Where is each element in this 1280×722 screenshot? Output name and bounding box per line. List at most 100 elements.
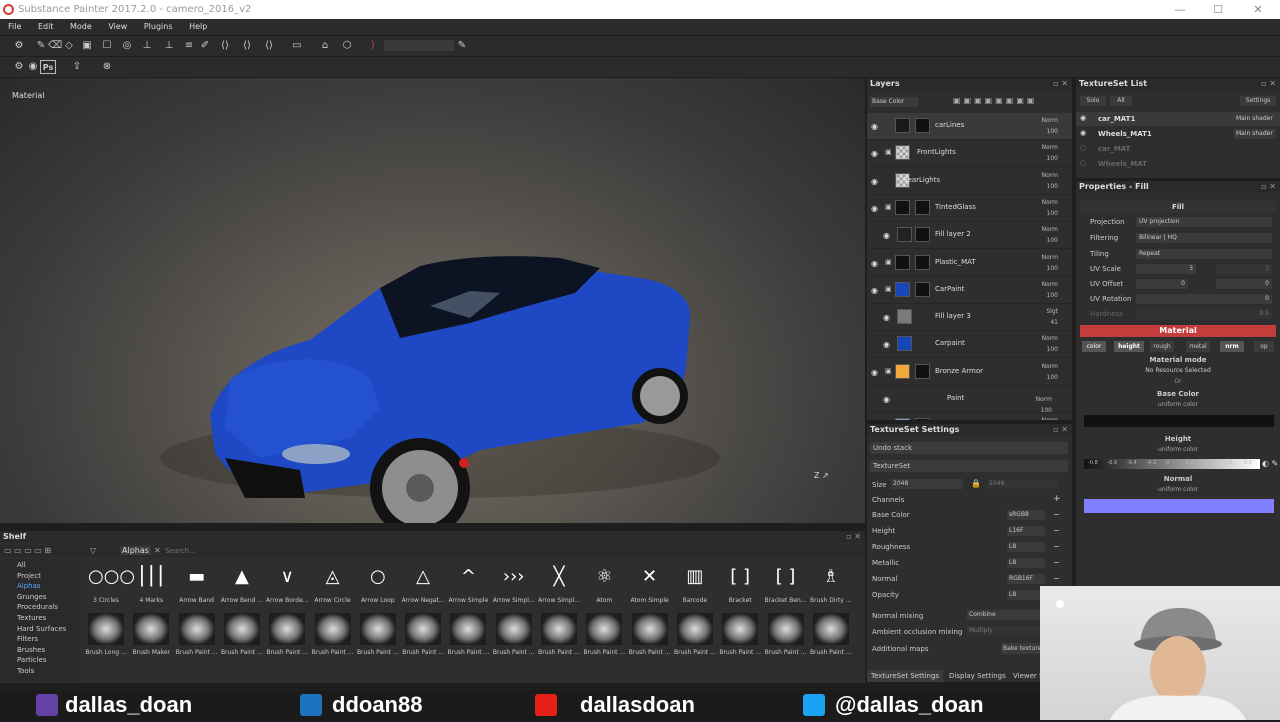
shelf-category[interactable]: Alphas: [17, 582, 41, 590]
eraser-icon[interactable]: ⌫: [48, 39, 62, 53]
shelf-item[interactable]: ⎮⎮⎮ 4 Marks: [129, 559, 173, 607]
lock-icon[interactable]: 🔒: [971, 479, 981, 488]
remove-channel-button[interactable]: −: [1053, 542, 1060, 551]
shelf-item[interactable]: ▬ Arrow Band: [175, 559, 219, 607]
shelf-item[interactable]: Brush Paint ...: [356, 611, 400, 659]
layer-blend-opacity[interactable]: Norm 100: [1042, 279, 1058, 301]
hardness-slider[interactable]: 0.5: [1136, 309, 1272, 319]
layer-opacity[interactable]: 100: [1047, 346, 1058, 353]
textureset-field[interactable]: TextureSet: [870, 460, 1068, 472]
shelf-category[interactable]: Tools: [17, 667, 34, 675]
shelf-item[interactable]: Brush Paint ...: [492, 611, 536, 659]
layer-opacity[interactable]: 100: [1047, 128, 1058, 135]
layer-row[interactable]: ◉ ▣ Plastic_MAT Norm 100: [867, 250, 1072, 277]
folder-toggle-icon[interactable]: ▣: [885, 367, 892, 375]
chip-height[interactable]: height: [1114, 341, 1144, 352]
material-picker-icon[interactable]: ⊥: [140, 39, 154, 53]
layer-tool-icons[interactable]: ▣▣▣▣▣▣▣▣: [953, 96, 1037, 105]
shelf-item[interactable]: ╳ Arrow Simpl...: [537, 559, 581, 607]
base-color-swatch[interactable]: [1084, 415, 1274, 427]
stroke-icon[interactable]: ≡: [182, 39, 196, 53]
shelf-category[interactable]: Brushes: [17, 646, 45, 654]
shelf-item[interactable]: Brush Paint ...: [764, 611, 808, 659]
visibility-eye-icon[interactable]: ◉: [883, 395, 890, 404]
channel-format-select[interactable]: L8: [1007, 542, 1045, 552]
chip-rough[interactable]: rough: [1150, 341, 1174, 352]
shelf-category[interactable]: Hard Surfaces: [17, 625, 66, 633]
layer-blend-mode[interactable]: Norm: [1042, 254, 1058, 261]
channel-format-select[interactable]: L8: [1007, 558, 1045, 568]
shelf-item[interactable]: ○○○ 3 Circles: [84, 559, 135, 607]
layer-blend-opacity[interactable]: Norm 100: [1042, 224, 1058, 246]
layer-blend-opacity[interactable]: Norm 100: [1042, 197, 1058, 219]
fill-section-header[interactable]: Fill: [1080, 201, 1276, 213]
textureset-row[interactable]: ◉ car_MAT1 Main shader: [1076, 112, 1280, 126]
channel-format-select[interactable]: sRGB8: [1007, 510, 1045, 520]
shelf-item[interactable]: ^ Arrow Simple: [446, 559, 490, 607]
layer-opacity[interactable]: 100: [1047, 374, 1058, 381]
menu-mode[interactable]: Mode: [70, 22, 92, 31]
layer-opacity[interactable]: 100: [1047, 265, 1058, 272]
textureset-row[interactable]: ○ car_MAT: [1076, 142, 1280, 156]
material-mode-value[interactable]: No Resource Selected: [1076, 367, 1280, 374]
layer-blend-opacity[interactable]: Norm: [1042, 415, 1058, 420]
uv-rotation-slider[interactable]: 0: [1136, 294, 1272, 304]
folder-toggle-icon[interactable]: ▣: [885, 148, 892, 156]
layer-opacity[interactable]: 100: [1047, 183, 1058, 190]
chip-metal[interactable]: metal: [1186, 341, 1210, 352]
menu-edit[interactable]: Edit: [38, 22, 54, 31]
folder-toggle-icon[interactable]: ▣: [885, 285, 892, 293]
symmetry-x-icon[interactable]: ⟨⟩: [218, 39, 232, 53]
symmetry-y-icon[interactable]: ⟨⟩: [240, 39, 254, 53]
layer-blend-mode[interactable]: Norm: [1042, 335, 1058, 342]
minimize-button[interactable]: —: [1170, 0, 1190, 19]
shelf-item[interactable]: ››› Arrow Simpl...: [492, 559, 536, 607]
visibility-eye-icon[interactable]: ◉: [883, 313, 890, 322]
close-panel-icon[interactable]: ▫ ✕: [846, 531, 861, 543]
channel-format-select[interactable]: RGB16F: [1007, 574, 1045, 584]
add-channel-button[interactable]: +: [1053, 494, 1061, 504]
camera-icon[interactable]: ▭: [290, 39, 304, 53]
tab-display-settings[interactable]: Display Settings: [945, 670, 1010, 682]
visibility-eye-icon[interactable]: ◉: [871, 368, 878, 377]
shelf-category[interactable]: Procedurals: [17, 603, 58, 611]
settings-gear-icon[interactable]: ⚙: [12, 39, 26, 53]
layer-blend-mode[interactable]: Norm: [1042, 172, 1058, 179]
uv-offset-slider-2[interactable]: 0: [1216, 279, 1272, 289]
layer-opacity[interactable]: 100: [1047, 155, 1058, 162]
shelf-item[interactable]: Brush Paint ...: [809, 611, 853, 659]
shelf-item[interactable]: ⚛ Atom: [582, 559, 626, 607]
shelf-item[interactable]: Brush Paint ...: [220, 611, 264, 659]
visibility-eye-icon[interactable]: ◉: [871, 122, 878, 131]
size-select-2[interactable]: 2048: [987, 479, 1059, 489]
filtering-select[interactable]: Bilinear | HQ: [1136, 233, 1272, 243]
remove-filter-icon[interactable]: ✕: [154, 546, 161, 555]
layer-row[interactable]: ◉▣Chrome Blue TintNorm: [867, 413, 1072, 420]
visibility-eye-icon[interactable]: ◉: [871, 204, 878, 213]
menu-plugins[interactable]: Plugins: [144, 22, 173, 31]
close-panel-icon[interactable]: ▫ ✕: [1261, 78, 1276, 90]
shelf-search-input[interactable]: [165, 545, 365, 556]
height-slider[interactable]: -0.8 -0.6 -0.4 -0.2 0 0.2 0.4 0.6 0.8: [1084, 459, 1260, 469]
shelf-item[interactable]: ✕ Atom Simple: [628, 559, 672, 607]
close-window-button[interactable]: ✕: [1248, 0, 1268, 19]
radio-icon[interactable]: ○: [1080, 144, 1086, 152]
visibility-eye-icon[interactable]: ◉: [871, 286, 878, 295]
textureset-row[interactable]: ○ Wheels_MAT: [1076, 157, 1280, 171]
uv-scale-slider[interactable]: 3: [1136, 264, 1196, 274]
layer-blend-mode[interactable]: Norm: [1042, 417, 1058, 420]
layer-blend-mode[interactable]: Norm: [1036, 396, 1052, 403]
tab-textureset-settings[interactable]: TextureSet Settings: [867, 670, 944, 682]
lazy-mouse-icon[interactable]: ✐: [198, 39, 212, 53]
radio-icon[interactable]: ○: [1080, 159, 1086, 167]
shelf-category[interactable]: All: [17, 561, 26, 569]
shelf-item[interactable]: Brush Maker: [129, 611, 173, 659]
paint-brush-icon[interactable]: ✎: [34, 39, 48, 53]
layer-row[interactable]: ◉ RearLights Norm 100: [867, 168, 1072, 195]
layer-blend-mode[interactable]: Norm: [1042, 117, 1058, 124]
substance-share-icon[interactable]: ⊗: [100, 60, 114, 74]
layer-row[interactable]: ◉ ▣ CarPaint Norm 100: [867, 277, 1072, 304]
shelf-item[interactable]: Brush Paint ...: [401, 611, 445, 659]
normal-color-swatch[interactable]: [1084, 499, 1274, 513]
menu-help[interactable]: Help: [189, 22, 207, 31]
